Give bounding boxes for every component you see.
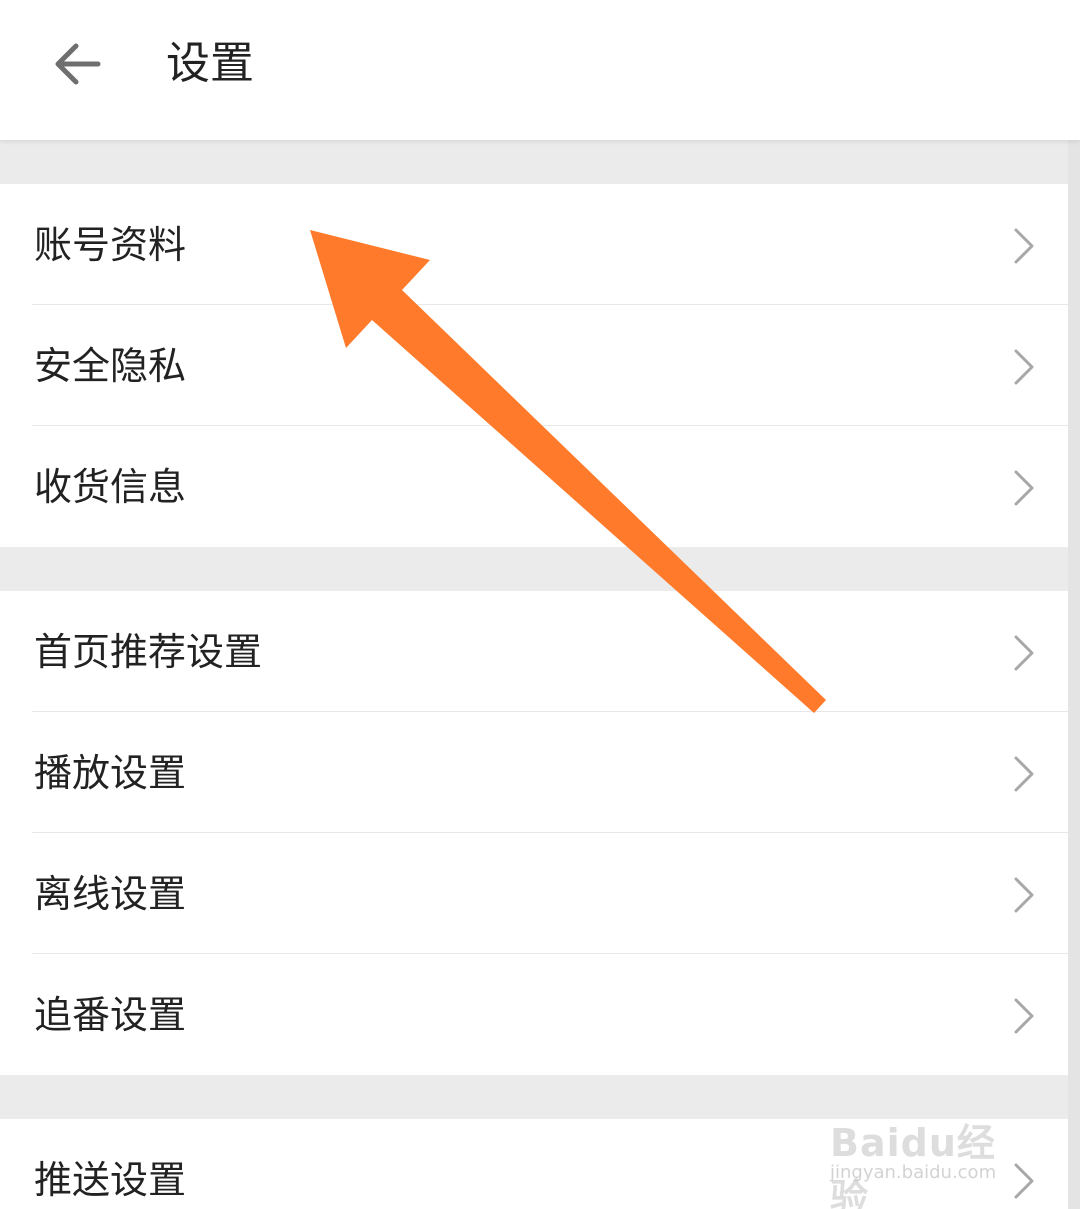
settings-item-label: 安全隐私 <box>34 344 187 388</box>
settings-item-label: 推送设置 <box>34 1158 187 1202</box>
settings-item-label: 账号资料 <box>34 223 187 267</box>
settings-item-label: 播放设置 <box>34 751 187 795</box>
settings-item-account-profile[interactable]: 账号资料 <box>0 184 1068 305</box>
settings-group-notifications: 推送设置 <box>0 1119 1068 1209</box>
settings-item-push[interactable]: 推送设置 <box>0 1119 1068 1209</box>
chevron-right-icon <box>1014 877 1034 913</box>
settings-item-home-recommend[interactable]: 首页推荐设置 <box>0 591 1068 712</box>
arrow-left-icon <box>55 43 101 85</box>
chevron-right-icon <box>1014 228 1034 264</box>
settings-item-label: 收货信息 <box>34 465 187 509</box>
chevron-right-icon <box>1014 635 1034 671</box>
settings-item-security-privacy[interactable]: 安全隐私 <box>0 305 1068 426</box>
chevron-right-icon <box>1014 349 1034 385</box>
settings-item-offline[interactable]: 离线设置 <box>0 833 1068 954</box>
settings-screen: 设置 账号资料 安全隐私 收货信息 首页推荐设置 播放设置 离线设置 追番设置 … <box>0 0 1080 1209</box>
page-title: 设置 <box>166 38 254 89</box>
settings-item-label: 追番设置 <box>34 993 187 1037</box>
back-button[interactable] <box>40 26 116 102</box>
settings-group-account: 账号资料 安全隐私 收货信息 <box>0 184 1068 547</box>
chevron-right-icon <box>1014 470 1034 506</box>
settings-item-label: 离线设置 <box>34 872 187 916</box>
settings-item-label: 首页推荐设置 <box>34 630 263 674</box>
settings-item-shipping-info[interactable]: 收货信息 <box>0 426 1068 547</box>
chevron-right-icon <box>1014 756 1034 792</box>
chevron-right-icon <box>1014 1163 1034 1199</box>
settings-item-follow-anime[interactable]: 追番设置 <box>0 954 1068 1075</box>
chevron-right-icon <box>1014 998 1034 1034</box>
settings-group-preferences: 首页推荐设置 播放设置 离线设置 追番设置 <box>0 591 1068 1075</box>
scroll-edge <box>1068 140 1080 1209</box>
app-bar: 设置 <box>0 0 1080 140</box>
settings-item-playback[interactable]: 播放设置 <box>0 712 1068 833</box>
